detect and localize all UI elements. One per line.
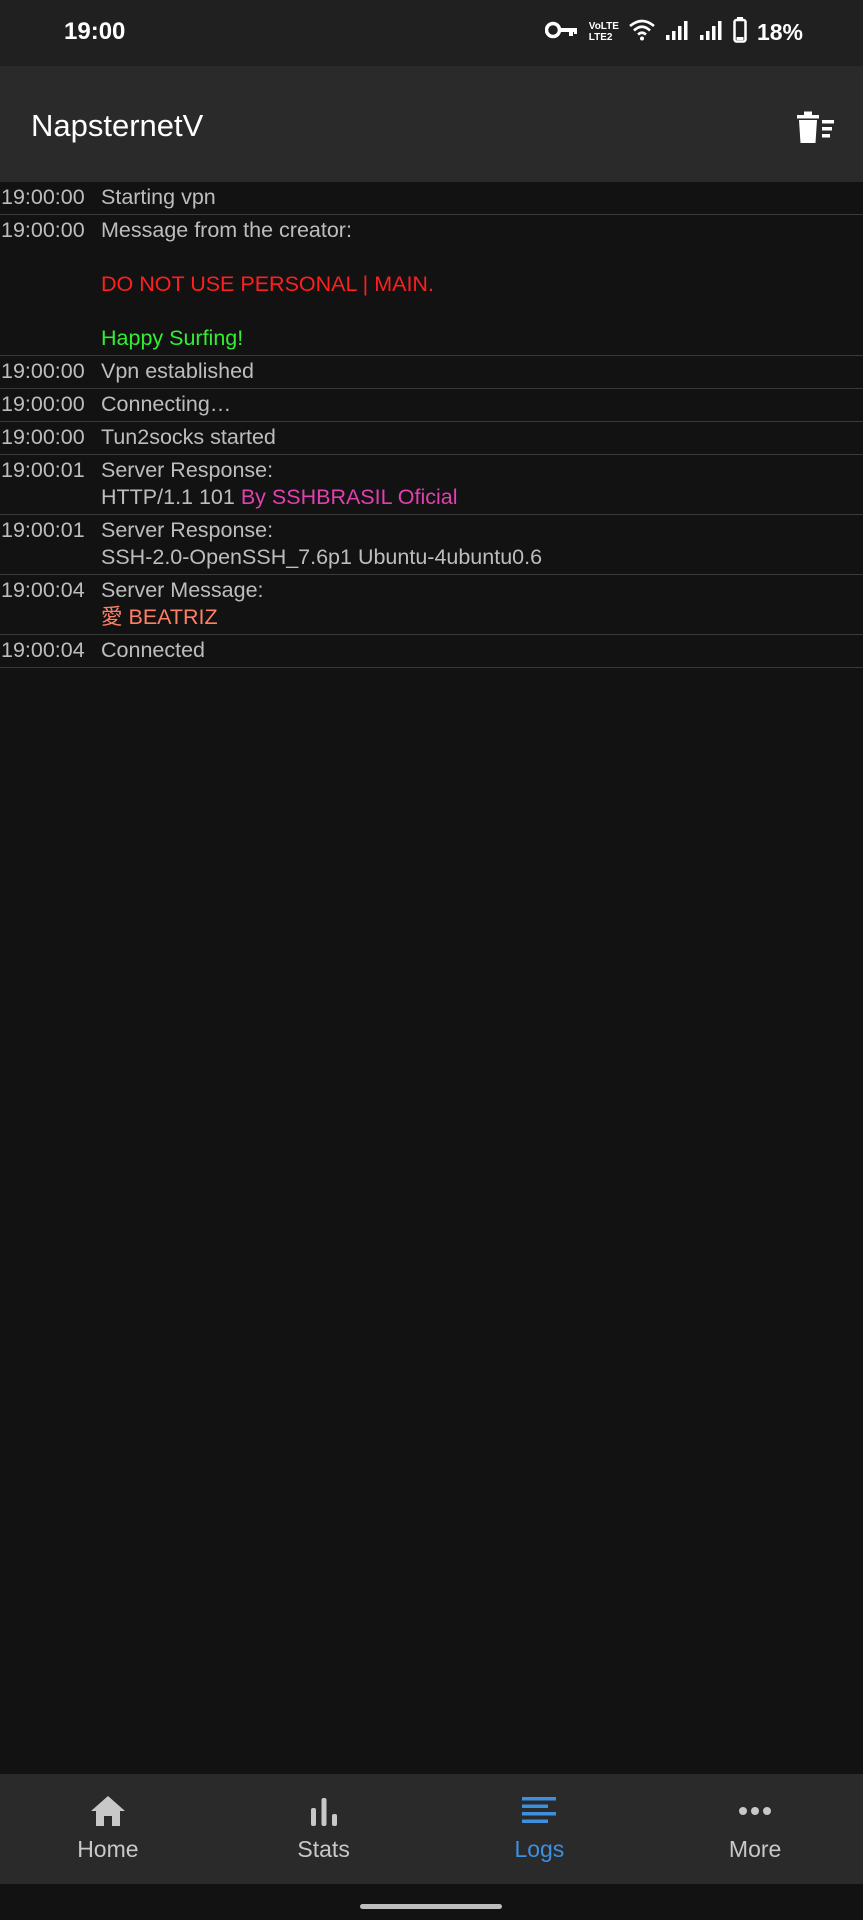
log-row: 19:00:00 Vpn established (0, 356, 863, 389)
stats-icon (310, 1798, 337, 1826)
log-time: 19:00:00 (1, 425, 85, 449)
bottom-navigation: Home Stats Logs More (0, 1774, 863, 1884)
wifi-icon (629, 19, 655, 46)
log-row: 19:00:01 Server Response: HTTP/1.1 101 B… (0, 455, 863, 515)
log-message: Server Message: 愛 BEATRIZ (101, 577, 863, 631)
log-row: 19:00:01 Server Response: SSH-2.0-OpenSS… (0, 515, 863, 575)
log-text: Server Response: (101, 458, 274, 482)
nav-logs[interactable]: Logs (432, 1774, 648, 1884)
log-message: Message from the creator: DO NOT USE PER… (101, 217, 863, 352)
log-message: Server Response: SSH-2.0-OpenSSH_7.6p1 U… (101, 517, 863, 571)
battery-percent: 18% (756, 18, 803, 45)
log-row: 19:00:00 Starting vpn (0, 182, 863, 215)
log-text: Server Response: (101, 518, 274, 542)
log-row: 19:00:00 Connecting… (0, 389, 863, 422)
log-text: Server Message: (101, 578, 264, 602)
log-time: 19:00:00 (1, 359, 85, 383)
signal-2-icon (699, 19, 723, 46)
signal-1-icon (665, 19, 689, 46)
nav-more-label: More (728, 1836, 782, 1862)
log-text: Connecting… (101, 392, 232, 416)
gesture-handle[interactable] (360, 1904, 502, 1909)
log-text: Message from the creator: (101, 218, 352, 242)
status-bar: 19:00 VoLTE LTE2 18% (0, 0, 863, 66)
gesture-area (0, 1884, 863, 1920)
clear-logs-icon (797, 111, 834, 143)
log-time: 19:00:01 (1, 458, 85, 482)
log-text: Tun2socks started (101, 425, 276, 449)
log-detail-highlight: By SSHBRASIL Oficial (240, 485, 458, 509)
app-title: NapsternetV (31, 108, 204, 143)
nav-logs-label: Logs (514, 1836, 565, 1862)
log-time: 19:00:04 (1, 578, 85, 602)
home-icon (90, 1796, 125, 1826)
creator-greeting: Happy Surfing! (101, 326, 244, 350)
volte-label: VoLTE (588, 21, 619, 32)
log-row: 19:00:04 Connected (0, 635, 863, 668)
nav-home-label: Home (77, 1836, 139, 1862)
log-row: 19:00:00 Tun2socks started (0, 422, 863, 455)
log-time: 19:00:04 (1, 638, 85, 662)
nav-stats-label: Stats (297, 1836, 350, 1862)
volte-lte-icon: VoLTE LTE2 (589, 21, 619, 43)
log-time: 19:00:01 (1, 518, 85, 542)
status-time: 19:00 (64, 18, 126, 45)
server-message-highlight: 愛 BEATRIZ (101, 605, 218, 629)
log-detail-text: SSH-2.0-OpenSSH_7.6p1 Ubuntu-4ubuntu0.6 (101, 545, 543, 569)
log-text: Starting vpn (101, 185, 216, 209)
nav-more[interactable]: More (647, 1774, 863, 1884)
more-icon (739, 1807, 772, 1815)
creator-warning: DO NOT USE PERSONAL | MAIN. (101, 272, 434, 296)
clear-logs-button[interactable] (793, 106, 837, 150)
log-row: 19:00:04 Server Message: 愛 BEATRIZ (0, 575, 863, 635)
app-bar: NapsternetV (0, 66, 863, 182)
log-list: 19:00:00 Starting vpn 19:00:00 Message f… (0, 182, 863, 668)
battery-icon (733, 16, 747, 48)
log-text: Connected (101, 638, 205, 662)
nav-stats[interactable]: Stats (216, 1774, 432, 1884)
log-time: 19:00:00 (1, 218, 85, 242)
nav-home[interactable]: Home (0, 1774, 216, 1884)
log-time: 19:00:00 (1, 185, 85, 209)
log-message: Server Response: HTTP/1.1 101 By SSHBRAS… (101, 457, 863, 511)
log-text: Vpn established (101, 359, 254, 383)
logs-icon (522, 1797, 557, 1823)
vpn-key-icon (544, 20, 579, 45)
log-detail: HTTP/1.1 101 By SSHBRASIL Oficial (101, 484, 863, 511)
log-detail-text: HTTP/1.1 101 (101, 485, 241, 509)
lte-label: LTE2 (588, 32, 613, 43)
log-row: 19:00:00 Message from the creator: DO NO… (0, 215, 863, 356)
log-time: 19:00:00 (1, 392, 85, 416)
status-icons: VoLTE LTE2 18% (544, 14, 803, 50)
